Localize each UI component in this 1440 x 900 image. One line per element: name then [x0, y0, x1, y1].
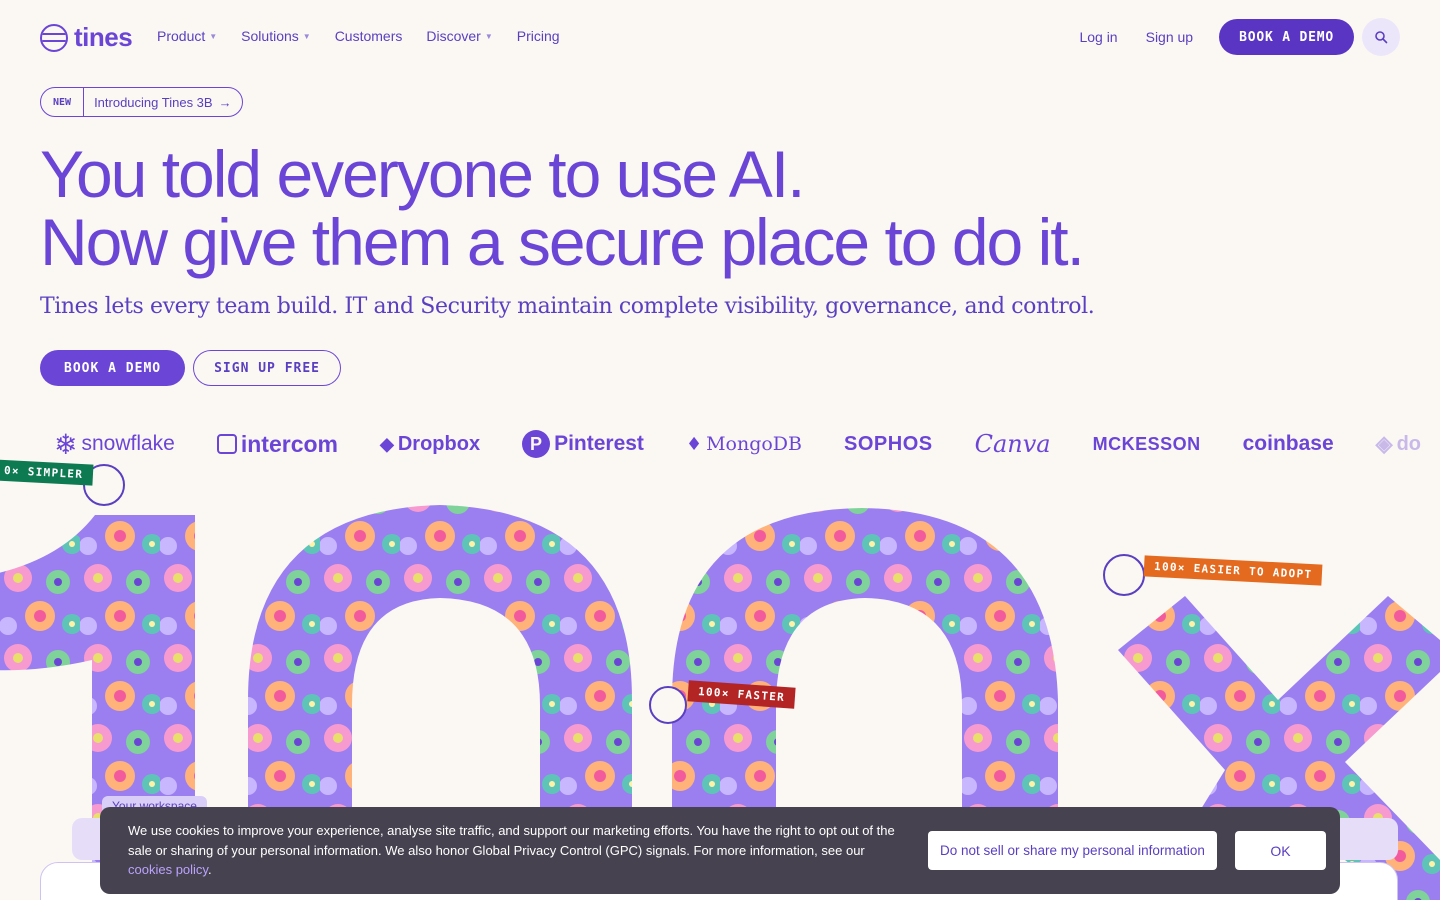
cookie-message: We use cookies to improve your experienc…: [128, 823, 895, 877]
nav-pricing[interactable]: Pricing: [517, 28, 560, 44]
chevron-down-icon: ▼: [302, 31, 311, 41]
nav-solutions[interactable]: Solutions ▼: [241, 28, 311, 44]
nav-customers[interactable]: Customers: [335, 28, 403, 44]
nav-discover[interactable]: Discover ▼: [426, 28, 492, 44]
headline-line-1: You told everyone to use AI.: [40, 137, 805, 211]
cookie-banner: We use cookies to improve your experienc…: [100, 807, 1340, 894]
announcement-text: Introducing Tines 3B →: [94, 94, 232, 110]
cookie-ok-button[interactable]: OK: [1235, 831, 1326, 870]
chevron-down-icon: ▼: [484, 31, 493, 41]
book-demo-button[interactable]: BOOK A DEMO: [40, 350, 186, 386]
tines-logo-icon: [40, 23, 68, 52]
nav-links: Product ▼ Solutions ▼ Customers Discover ▼ …: [157, 28, 560, 44]
hero-subtitle: Tines lets every team build. IT and Secu…: [40, 294, 1095, 319]
chevron-down-icon: ▼: [209, 31, 218, 41]
book-demo-nav-button[interactable]: BOOK A DEMO: [1219, 19, 1354, 55]
sign-up-free-button[interactable]: SIGN UP FREE: [193, 350, 342, 386]
announcement-pill[interactable]: NEW Introducing Tines 3B →: [40, 87, 243, 117]
brand-name: tines: [74, 22, 133, 52]
hero-headline: You told everyone to use AI. Now give th…: [40, 137, 1085, 279]
search-icon: [1375, 31, 1388, 44]
tines-logo[interactable]: tines: [40, 22, 133, 53]
signup-link[interactable]: Sign up: [1146, 29, 1193, 45]
login-link[interactable]: Log in: [1079, 29, 1117, 45]
do-not-sell-button[interactable]: Do not sell or share my personal informa…: [928, 831, 1217, 870]
top-nav: tines Product ▼ Solutions ▼ Customers Disc…: [0, 0, 1440, 74]
arrow-right-icon: →: [218, 94, 232, 110]
headline-line-2: Now give them a secure place to do it.: [40, 205, 1085, 279]
nav-product[interactable]: Product ▼: [157, 28, 217, 44]
new-badge: NEW: [41, 88, 85, 116]
nav-actions: Log in Sign up BOOK A DEMO: [1079, 18, 1400, 56]
hero-ctas: BOOK A DEMO SIGN UP FREE: [40, 350, 342, 386]
cookies-policy-link[interactable]: cookies policy: [128, 862, 208, 877]
search-button[interactable]: [1362, 18, 1400, 56]
